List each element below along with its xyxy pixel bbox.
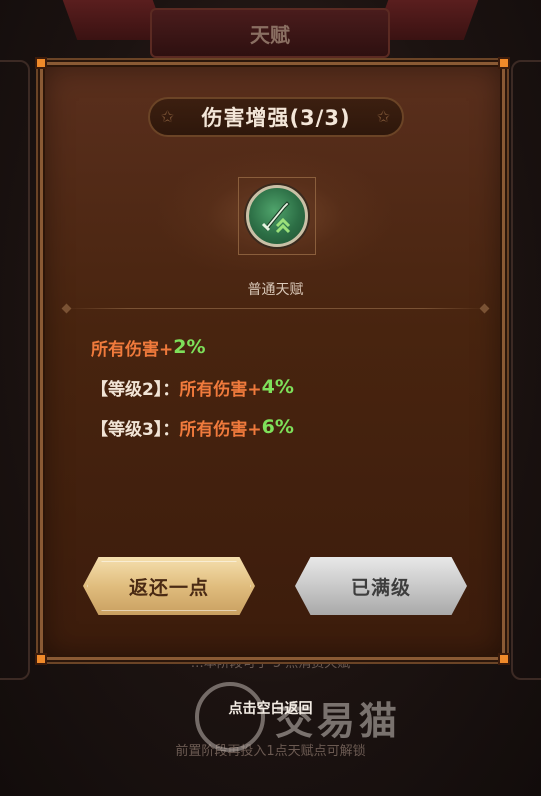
effect-level-prefix: 【等级2】： <box>91 379 180 400</box>
background-header-title: 天赋 <box>150 8 390 58</box>
talent-title: 伤害增强(3/3) <box>201 106 351 130</box>
talent-title-plate: ✩ 伤害增强(3/3) ✩ <box>148 97 404 137</box>
frame-corner-ornament <box>35 653 47 665</box>
refund-point-button[interactable]: 返还一点 <box>83 557 255 615</box>
frame-corner-ornament <box>498 57 510 69</box>
sword-upgrade-icon <box>246 185 308 247</box>
effect-value: 4% <box>261 376 294 398</box>
talent-effects-list: 所有伤害+ 2% 【等级2】： 所有伤害+ 4% 【等级3】： 所有伤害+ 6% <box>91 327 491 447</box>
effect-line: 【等级3】： 所有伤害+ 6% <box>91 407 491 447</box>
talent-type-label: 普通天赋 <box>247 282 304 298</box>
effect-line: 所有伤害+ 2% <box>91 327 491 367</box>
star-ornament-icon: ✩ <box>376 107 392 126</box>
divider <box>65 308 486 309</box>
frame-corner-ornament <box>35 57 47 69</box>
effect-level-prefix: 【等级3】： <box>91 419 180 440</box>
effect-value: 2% <box>173 336 206 358</box>
background-side-panel-right <box>511 60 541 680</box>
tap-to-return-text[interactable]: 点击空白返回 <box>0 698 541 718</box>
frame-corner-ornament <box>498 653 510 665</box>
refund-point-label: 返还一点 <box>128 576 209 599</box>
effect-label: 所有伤害+ <box>179 379 262 400</box>
background-side-panel-left <box>0 60 30 680</box>
star-ornament-icon: ✩ <box>160 107 176 126</box>
divider-end-ornament <box>61 303 72 314</box>
effect-label: 所有伤害+ <box>91 339 174 360</box>
talent-detail-dialog: ✩ 伤害增强(3/3) ✩ 普通天赋 所有伤害+ 2% 【等级2】： 所有伤害+… <box>35 57 510 665</box>
divider-end-ornament <box>479 303 490 314</box>
max-level-button[interactable]: 已满级 <box>295 557 467 615</box>
max-level-label: 已满级 <box>350 576 411 599</box>
effect-label: 所有伤害+ <box>179 419 262 440</box>
effect-line: 【等级2】： 所有伤害+ 4% <box>91 367 491 407</box>
effect-value: 6% <box>261 416 294 438</box>
